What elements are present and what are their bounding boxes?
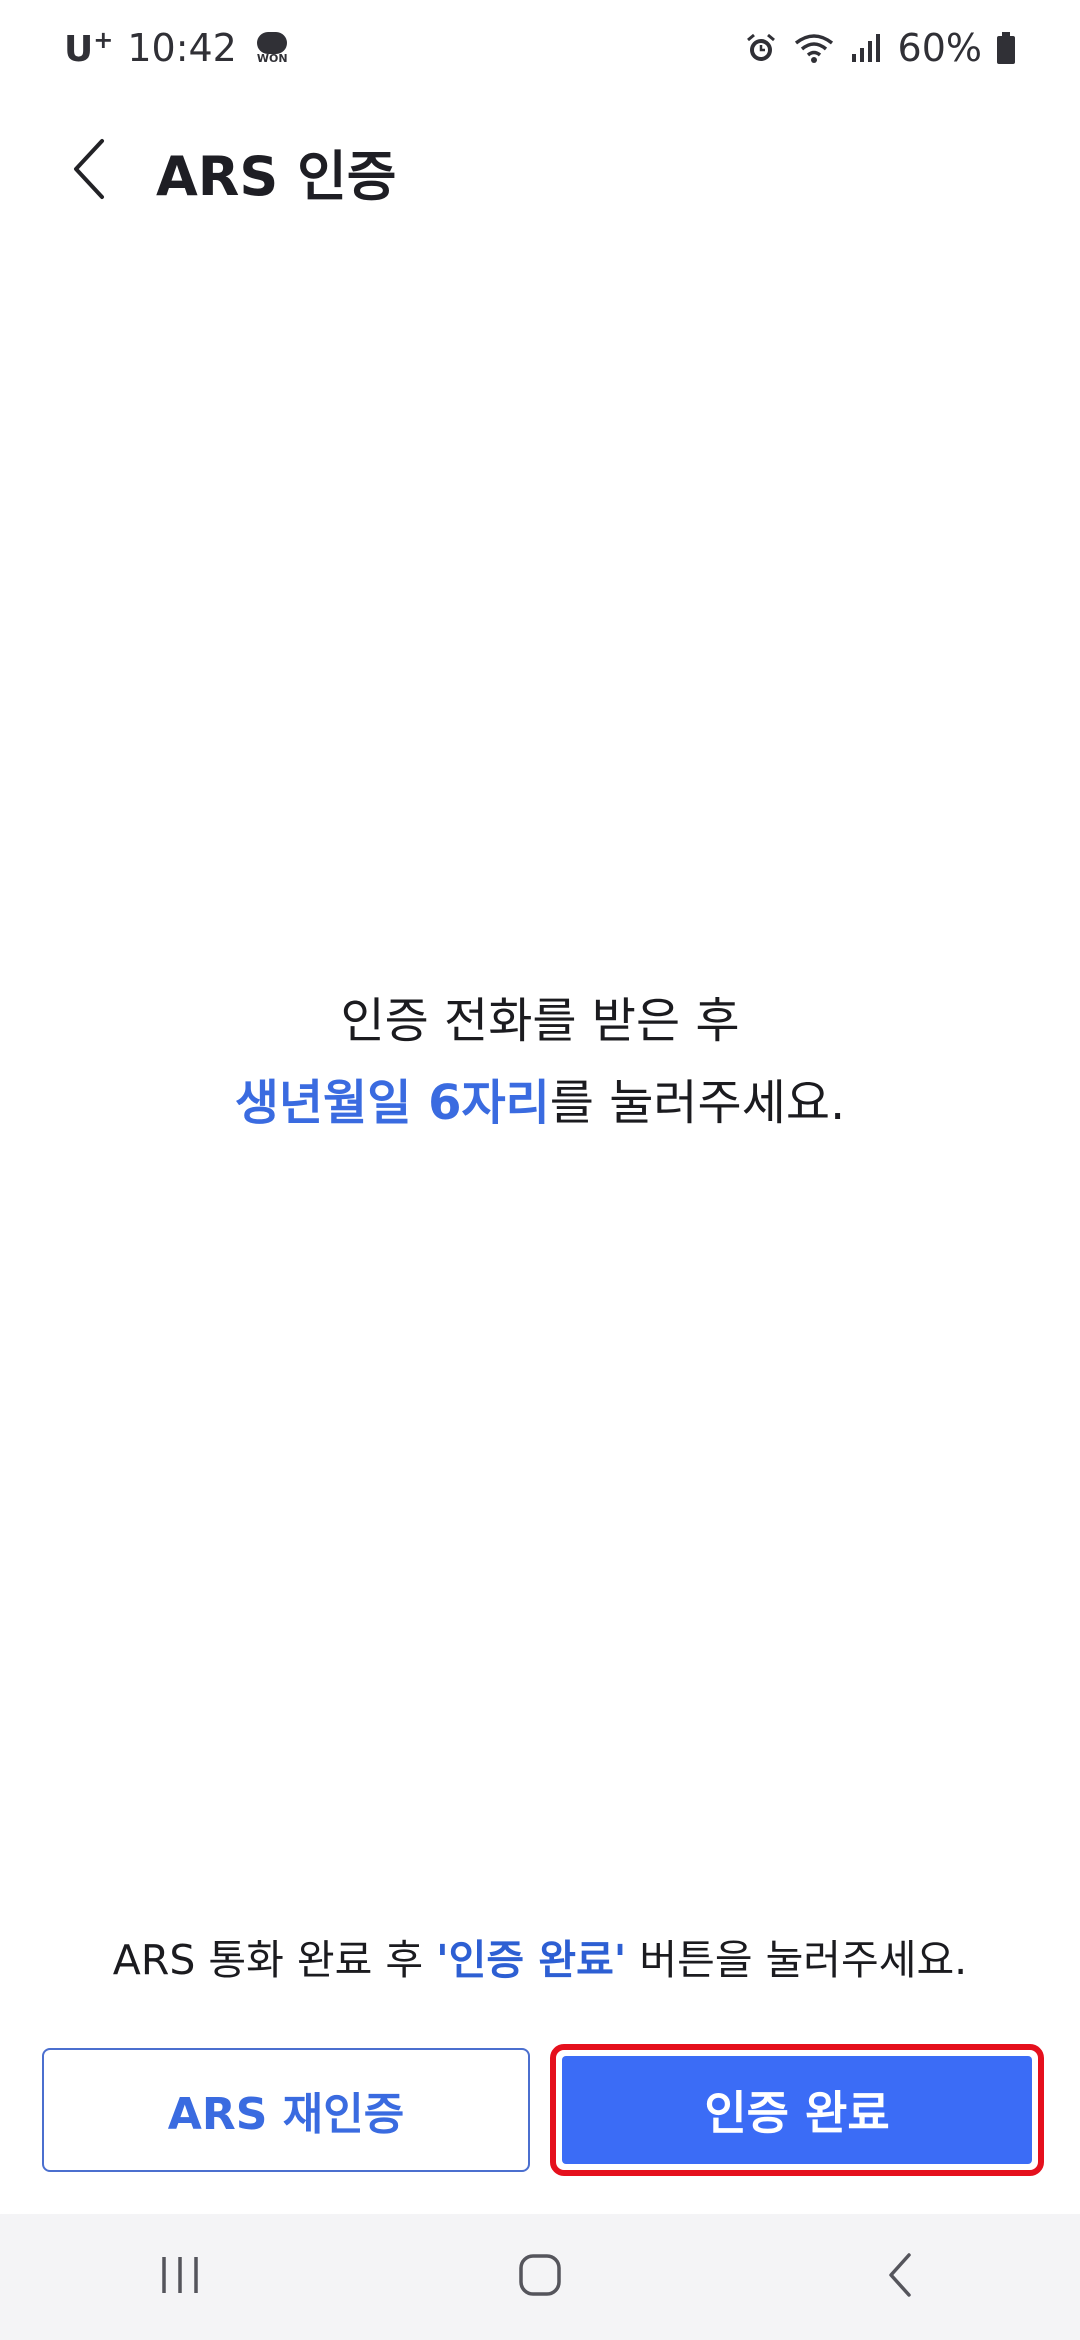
battery-percent: 60% (897, 26, 982, 70)
wifi-icon (792, 31, 836, 65)
instruction-text: 인증 전화를 받은 후 생년월일 6자리를 눌러주세요. (0, 980, 1080, 1144)
system-nav-bar (0, 2214, 1080, 2340)
back-icon (885, 2251, 915, 2303)
alarm-icon (744, 31, 778, 65)
page-title: ARS 인증 (156, 144, 397, 208)
birthdate-digits-highlight: 생년월일 6자리 (234, 1075, 550, 1131)
carrier-label: U+ (64, 26, 114, 70)
ars-reauth-button[interactable]: ARS 재인증 (42, 2048, 530, 2172)
signal-icon (850, 32, 884, 64)
back-arrow-icon (70, 137, 110, 205)
app-bar: ARS 인증 (0, 96, 1080, 246)
helper-suffix: 버튼을 눌러주세요. (626, 1936, 968, 1984)
recent-apps-icon (158, 2255, 202, 2299)
status-bar: U+ 10:42 WON 60% (0, 0, 1080, 96)
auth-complete-button[interactable]: 인증 완료 (562, 2056, 1032, 2164)
status-left: U+ 10:42 WON (64, 26, 288, 70)
helper-prefix: ARS 통화 완료 후 (112, 1936, 437, 1984)
helper-text: ARS 통화 완료 후 '인증 완료' 버튼을 눌러주세요. (0, 1926, 1080, 1986)
won-notification-icon: WON (257, 31, 288, 65)
back-button[interactable] (30, 111, 150, 231)
instruction-line-1: 인증 전화를 받은 후 (340, 993, 740, 1049)
status-time: 10:42 (127, 26, 237, 70)
highlight-frame: 인증 완료 (550, 2044, 1044, 2176)
recent-apps-button[interactable] (110, 2227, 250, 2327)
home-button[interactable] (470, 2227, 610, 2327)
status-right: 60% (744, 26, 1016, 70)
instruction-line-2: 생년월일 6자리를 눌러주세요. (0, 1062, 1080, 1144)
battery-icon (996, 31, 1016, 65)
instruction-line-2-rest: 를 눌러주세요. (549, 1075, 846, 1131)
helper-accent: '인증 완료' (436, 1936, 627, 1984)
home-icon (518, 2253, 562, 2301)
nav-back-button[interactable] (830, 2227, 970, 2327)
action-button-row: ARS 재인증 인증 완료 (42, 2044, 1044, 2176)
